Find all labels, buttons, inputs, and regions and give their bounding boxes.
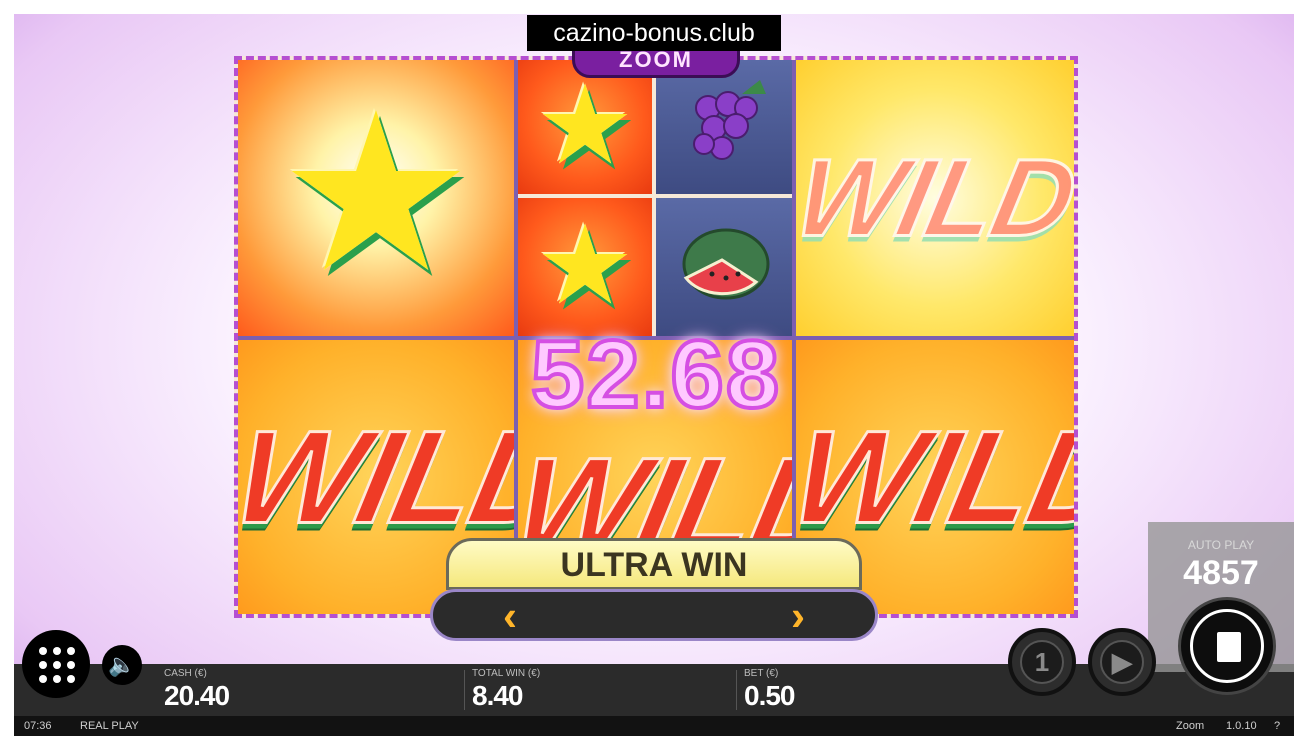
reel-3-row-2-cell [656, 198, 792, 336]
coin-value-icon: 1 [1020, 640, 1064, 684]
reel-2-row-1-cell: ★ [518, 60, 652, 194]
game-name: Zoom [1176, 720, 1205, 732]
autoplay-value: 4857 [1183, 554, 1259, 592]
reel-3-row-1-cell [656, 60, 792, 194]
cash-label: CASH (€) [164, 668, 207, 679]
reel-4-top-cell: WILD [796, 60, 1074, 336]
wild-symbol: WILD [238, 402, 514, 552]
watermelon-icon [682, 228, 770, 300]
menu-grid-icon [39, 647, 75, 683]
win-nav-strip: ‹ › [430, 589, 878, 641]
total-win-value: 8.40 [472, 680, 524, 711]
divider [464, 670, 465, 710]
bet-label: BET (€) [744, 668, 779, 679]
divider [736, 670, 737, 710]
reel-1-top-cell: ★ [238, 60, 514, 336]
turbo-play-icon: ▶ [1100, 640, 1144, 684]
coin-value-button[interactable]: 1 [1008, 628, 1076, 696]
spin-icon [1217, 632, 1241, 662]
total-win-label: TOTAL WIN (€) [472, 668, 541, 679]
bet-stat: BET (€) 0.50 [744, 668, 795, 712]
game-version: 1.0.10 [1226, 720, 1257, 732]
chevron-left-icon[interactable]: ‹ [503, 595, 517, 637]
autoplay-label: AUTO PLAY [1187, 538, 1255, 552]
help-icon[interactable]: ? [1274, 716, 1280, 736]
wild-symbol: WILD [796, 135, 1074, 261]
spin-button[interactable] [1178, 597, 1276, 695]
star-symbol-icon: ★ [535, 204, 635, 327]
bet-value: 0.50 [744, 680, 795, 711]
cash-value: 20.40 [164, 680, 230, 711]
reel-2-row-2-cell: ★ [518, 198, 652, 336]
speaker-icon: 🔈 [108, 652, 136, 677]
play-mode: REAL PLAY [80, 720, 139, 732]
win-amount: 52.68 [529, 319, 782, 430]
ultra-win-banner: ULTRA WIN [446, 538, 862, 590]
star-symbol-icon: ★ [535, 64, 635, 187]
total-win-stat: TOTAL WIN (€) 8.40 [472, 668, 540, 712]
status-bar: 07:36 REAL PLAY Zoom 1.0.10 ? [14, 716, 1294, 736]
cash-stat: CASH (€) 20.40 [164, 668, 230, 712]
clock: 07:36 [24, 720, 52, 732]
menu-button[interactable] [22, 630, 90, 698]
sound-button[interactable]: 🔈 [102, 645, 142, 685]
star-symbol-icon: ★ [277, 70, 475, 316]
grapes-icon [693, 80, 766, 160]
chevron-right-icon[interactable]: › [791, 595, 805, 637]
turbo-play-button[interactable]: ▶ [1088, 628, 1156, 696]
watermark: cazino-bonus.club [527, 15, 781, 51]
